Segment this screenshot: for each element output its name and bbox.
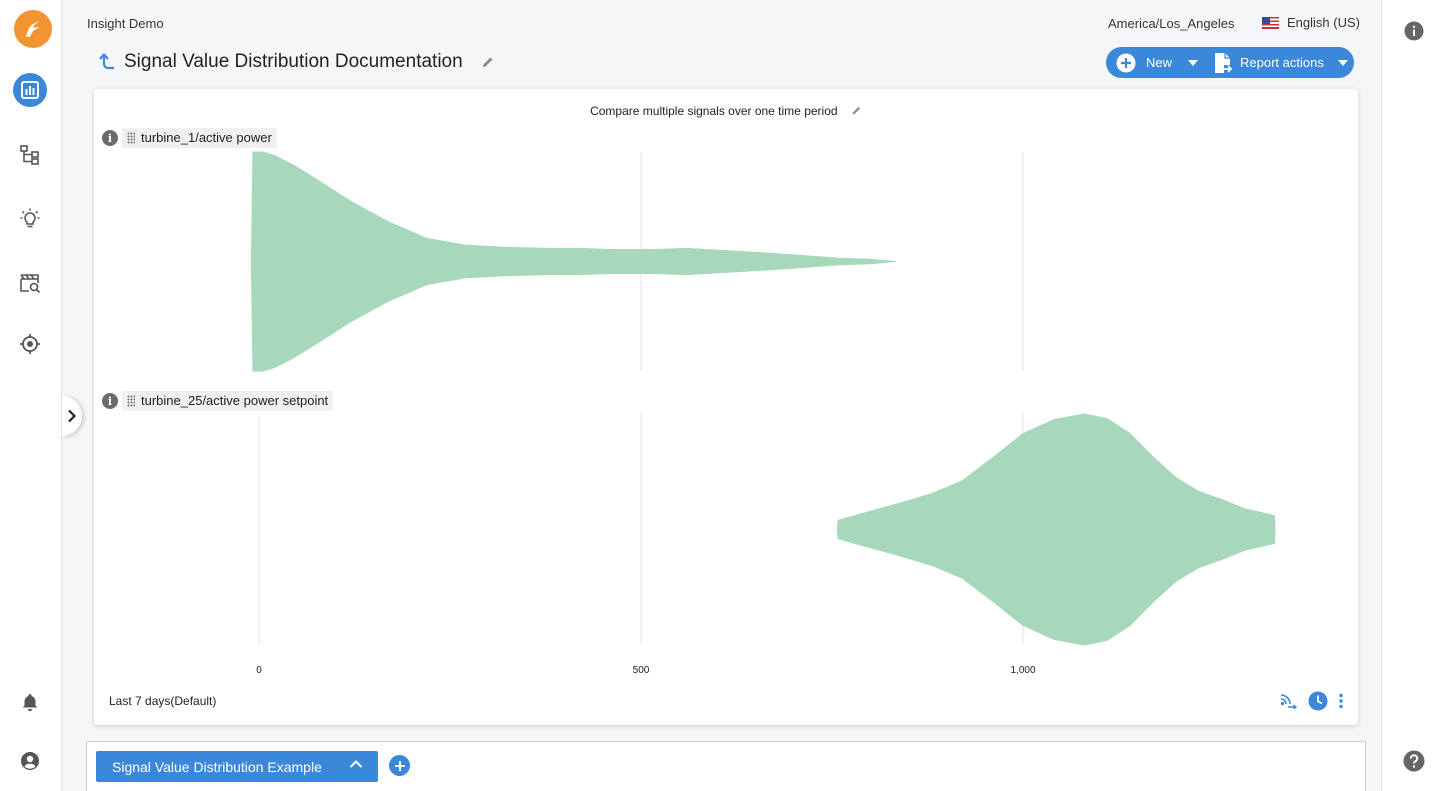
edit-title-button[interactable] [481, 55, 495, 69]
worksheet-tab-strip: Signal Value Distribution Example [86, 741, 1366, 791]
edit-chart-title-button[interactable] [851, 105, 862, 119]
scan-search-icon [20, 274, 41, 294]
x-tick-label: 0 [256, 665, 262, 676]
lightbulb-icon [20, 208, 40, 228]
signal-name: turbine_1/active power [141, 130, 272, 145]
worksheet-tab-label: Signal Value Distribution Example [112, 758, 322, 775]
report-actions-button[interactable]: Report actions [1208, 47, 1348, 78]
worksheet-tab-active[interactable]: Signal Value Distribution Example [96, 751, 378, 782]
drag-handle-icon[interactable] [127, 394, 135, 407]
signal-info-icon[interactable]: i [102, 393, 118, 409]
caret-down-icon [1188, 59, 1199, 66]
chart-title: Compare multiple signals over one time p… [590, 104, 838, 118]
signal-label-1: i turbine_1/active power [102, 128, 277, 148]
right-rail [1381, 0, 1444, 791]
info-icon [1404, 21, 1424, 41]
seeq-logo-icon [26, 21, 40, 37]
violin-chart: 0 500 1,000 [250, 151, 1276, 676]
content-card: 0 500 1,000 Compare multiple signals over … [94, 89, 1358, 725]
app-name: Insight Demo [87, 16, 164, 31]
live-feed-button[interactable] [1280, 693, 1298, 709]
pencil-icon [482, 57, 493, 67]
expand-panel-toggle[interactable] [62, 396, 82, 436]
signal-chip[interactable]: turbine_25/active power setpoint [122, 391, 334, 411]
caret-down-icon [1337, 59, 1348, 66]
more-options-button[interactable] [1338, 693, 1344, 709]
card-toolbar [1280, 691, 1344, 711]
nav-analysis[interactable] [13, 73, 47, 107]
violin-1[interactable] [250, 151, 896, 372]
app-logo[interactable] [14, 10, 52, 48]
rss-feed-icon [1280, 694, 1298, 709]
time-range-label: Last 7 days(Default) [109, 694, 217, 708]
tree-icon [20, 145, 39, 165]
help-icon [1403, 750, 1425, 772]
nav-insights[interactable] [13, 201, 47, 235]
violin-2[interactable] [836, 413, 1276, 646]
nav-target[interactable] [13, 327, 47, 361]
timezone-selector[interactable]: America/Los_Angeles [1108, 16, 1234, 31]
chevron-up-icon [349, 760, 363, 768]
chevron-right-icon [68, 409, 77, 423]
document-export-icon [1215, 52, 1232, 73]
user-icon [21, 752, 39, 770]
signal-chip[interactable]: turbine_1/active power [122, 128, 277, 148]
x-tick-label: 1,000 [1010, 665, 1035, 676]
x-tick-label: 500 [633, 665, 650, 676]
return-arrow-icon [99, 53, 114, 70]
report-title-row: Signal Value Distribution Documentation [96, 50, 495, 74]
more-vert-icon [1339, 693, 1343, 709]
nav-notifications[interactable] [13, 685, 47, 719]
chart-icon [21, 81, 39, 99]
new-button[interactable]: New [1106, 47, 1208, 78]
bell-icon [22, 694, 38, 711]
details-info-button[interactable] [1403, 20, 1425, 42]
page-title: Signal Value Distribution Documentation [124, 51, 463, 72]
nav-scan-search[interactable] [13, 266, 47, 300]
signal-label-2: i turbine_25/active power setpoint [102, 391, 334, 411]
nav-user-profile[interactable] [13, 744, 47, 778]
pencil-icon [852, 106, 860, 115]
back-to-analysis-button[interactable] [96, 50, 116, 74]
nav-asset-tree[interactable] [13, 138, 47, 172]
new-button-label: New [1146, 55, 1173, 70]
language-label: English (US) [1287, 15, 1360, 30]
left-navigation [0, 0, 62, 791]
signal-name: turbine_25/active power setpoint [141, 393, 329, 408]
add-worksheet-button[interactable] [389, 755, 410, 776]
report-action-bar: New Report actions [1106, 47, 1354, 78]
clock-icon [1308, 691, 1328, 711]
help-button[interactable] [1403, 750, 1425, 772]
us-flag-icon [1262, 16, 1279, 29]
time-range-button[interactable] [1308, 691, 1328, 711]
signal-info-icon[interactable]: i [102, 130, 118, 146]
chart-title-row: Compare multiple signals over one time p… [94, 104, 1358, 119]
drag-handle-icon[interactable] [127, 131, 135, 144]
report-actions-label: Report actions [1240, 55, 1324, 70]
target-icon [20, 334, 40, 354]
language-selector[interactable]: English (US) [1262, 15, 1360, 30]
plus-icon [394, 760, 405, 771]
plus-circle-icon [1116, 53, 1136, 72]
